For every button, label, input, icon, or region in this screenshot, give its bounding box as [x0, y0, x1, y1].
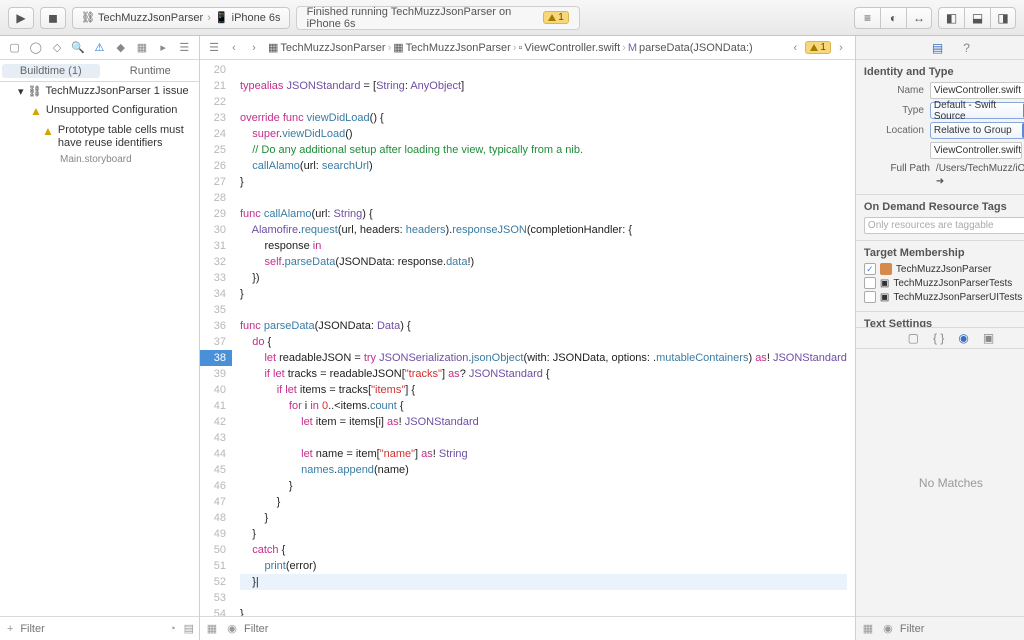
object-library-tab[interactable]: ◉ [958, 331, 968, 345]
scheme-project: TechMuzzJsonParser [98, 12, 203, 24]
find-navigator-tab[interactable]: 🔍 [69, 39, 87, 57]
full-path-text: /Users/TechMuzz/iOSProjects/TechMuzzJson… [936, 163, 1024, 174]
scheme-device: iPhone 6s [232, 12, 281, 24]
tags-field: Only resources are taggable [864, 217, 1024, 234]
runtime-subtab[interactable]: Runtime [102, 65, 200, 77]
debug-navigator-tab[interactable]: ▦ [133, 39, 151, 57]
checkbox-icon[interactable] [864, 263, 876, 275]
code-editor[interactable]: 20 21 22 23 24 25 26 27 28 29 30 31 32 3… [200, 60, 855, 616]
chevron-right-icon: › [207, 12, 211, 24]
project-navigator-tab[interactable]: ▢ [6, 39, 24, 57]
toggle-debug-button[interactable]: ⬓ [964, 7, 990, 29]
inspector-tabs: ▤ ? [856, 36, 1024, 60]
breakpoint-navigator-tab[interactable]: ▸ [154, 39, 172, 57]
warning-badge[interactable]: 1 [543, 11, 569, 24]
next-issue-button[interactable]: › [831, 39, 851, 57]
location-file: ViewController.swift [930, 142, 1022, 159]
library-content: No Matches [856, 349, 1024, 616]
target-section: Target Membership TechMuzzJsonParser ▣Te… [856, 241, 1024, 312]
text-settings-section: Text Settings Text EncodingDefault - Uni… [856, 312, 1024, 327]
app-icon [880, 263, 892, 275]
buildtime-subtab[interactable]: Buildtime (1) [2, 64, 100, 78]
issue-navigator-tab[interactable]: ⚠ [90, 39, 108, 57]
issue-count-badge[interactable]: 1 [805, 41, 831, 54]
mode-icon[interactable]: ◉ [880, 622, 896, 635]
target-row[interactable]: ▣TechMuzzJsonParserTests [864, 277, 1024, 289]
editor-filter-input[interactable] [244, 623, 851, 635]
library-filter-bar: ▦ ◉ [856, 616, 1024, 640]
type-select[interactable]: Default - Swift Source⌄ [930, 102, 1024, 119]
back-button[interactable]: ‹ [224, 39, 244, 57]
clock-icon[interactable]: ◔ [166, 623, 178, 635]
issue-project-row[interactable]: ▾ ⛓ TechMuzzJsonParser 1 issue [0, 82, 199, 101]
test-icon: ▣ [880, 292, 889, 303]
navigator-panel: ▢ ◯ ◇ 🔍 ⚠ ◆ ▦ ▸ ☰ Buildtime (1) Runtime … [0, 36, 200, 640]
issue-storyboard-label: Main.storyboard [0, 154, 199, 165]
issue-item-row[interactable]: ▲ Prototype table cells must have reuse … [0, 121, 199, 153]
file-inspector-tab[interactable]: ▤ [932, 41, 943, 55]
test-navigator-tab[interactable]: ◆ [112, 39, 130, 57]
code-content[interactable]: typealias JSONStandard = [String: AnyObj… [232, 60, 855, 616]
report-navigator-tab[interactable]: ☰ [175, 39, 193, 57]
jump-bar: ☰ ‹ › ▦ TechMuzzJsonParser › ▦ TechMuzzJ… [200, 36, 855, 60]
line-gutter: 20 21 22 23 24 25 26 27 28 29 30 31 32 3… [200, 60, 232, 616]
version-editor-button[interactable]: ↔ [906, 7, 932, 29]
checkbox-icon[interactable] [864, 291, 876, 303]
run-button[interactable]: ▶ [8, 7, 34, 29]
activity-viewer[interactable]: Finished running TechMuzzJsonParser on i… [296, 6, 580, 30]
forward-button[interactable]: › [244, 39, 264, 57]
code-snippet-tab[interactable]: { } [933, 331, 944, 345]
target-row[interactable]: ▣TechMuzzJsonParserUITests [864, 291, 1024, 303]
library-tabs: ▢ { } ◉ ▣ [856, 327, 1024, 349]
issue-subtabs: Buildtime (1) Runtime [0, 60, 199, 82]
standard-editor-button[interactable]: ≡ [854, 7, 880, 29]
warning-icon: ▲ [30, 104, 42, 118]
name-field[interactable]: ViewController.swift [930, 82, 1024, 99]
prev-issue-button[interactable]: ‹ [785, 39, 805, 57]
media-library-tab[interactable]: ▣ [983, 331, 994, 345]
source-control-tab[interactable]: ◯ [27, 39, 45, 57]
quick-help-tab[interactable]: ? [963, 41, 970, 55]
warning-icon [548, 14, 556, 21]
test-icon: ▣ [880, 278, 889, 289]
navigator-tabs: ▢ ◯ ◇ 🔍 ⚠ ◆ ▦ ▸ ☰ [0, 36, 199, 60]
navigator-filter-bar: + ◔ ▤ [0, 616, 199, 640]
add-icon[interactable]: + [4, 623, 16, 635]
scheme-selector[interactable]: ⛓ TechMuzzJsonParser › 📱 iPhone 6s [72, 7, 290, 29]
warning-icon: ▲ [42, 124, 54, 138]
inspector-panel: ▤ ? Identity and Type NameViewController… [856, 36, 1024, 640]
panel-toggle-group: ◧ ⬓ ◨ [938, 7, 1016, 29]
jump-path[interactable]: ▦ TechMuzzJsonParser › ▦ TechMuzzJsonPar… [264, 41, 757, 54]
related-items-button[interactable]: ☰ [204, 39, 224, 57]
editor-bottom-bar: ▦ ◉ [200, 616, 855, 640]
identity-section: Identity and Type NameViewController.swi… [856, 60, 1024, 195]
file-template-tab[interactable]: ▢ [908, 331, 919, 345]
location-select[interactable]: Relative to Group⌄ [930, 122, 1024, 139]
checkbox-icon[interactable] [864, 277, 876, 289]
ondemand-section: On Demand Resource Tags Only resources a… [856, 195, 1024, 241]
library-filter-input[interactable] [900, 623, 1024, 635]
editor-mode-group: ≡ ◐ ↔ [854, 7, 932, 29]
grid-icon[interactable]: ▦ [204, 622, 220, 635]
reveal-button[interactable]: ➜ [936, 176, 944, 187]
filter-scope-icon[interactable]: ▤ [183, 622, 195, 635]
grid-icon[interactable]: ▦ [860, 622, 876, 635]
issue-group-row[interactable]: ▲ Unsupported Configuration [0, 101, 199, 121]
issues-list: ▾ ⛓ TechMuzzJsonParser 1 issue ▲ Unsuppo… [0, 82, 199, 616]
mode-icon[interactable]: ◉ [224, 622, 240, 635]
warning-icon [810, 44, 818, 51]
toolbar: ▶ ◼ ⛓ TechMuzzJsonParser › 📱 iPhone 6s F… [0, 0, 1024, 36]
toggle-navigator-button[interactable]: ◧ [938, 7, 964, 29]
stop-button[interactable]: ◼ [40, 7, 66, 29]
target-row[interactable]: TechMuzzJsonParser [864, 263, 1024, 275]
symbol-navigator-tab[interactable]: ◇ [48, 39, 66, 57]
editor-panel: ☰ ‹ › ▦ TechMuzzJsonParser › ▦ TechMuzzJ… [200, 36, 856, 640]
assistant-editor-button[interactable]: ◐ [880, 7, 906, 29]
navigator-filter-input[interactable] [20, 623, 162, 635]
status-text: Finished running TechMuzzJsonParser on i… [307, 6, 544, 30]
toggle-inspector-button[interactable]: ◨ [990, 7, 1016, 29]
